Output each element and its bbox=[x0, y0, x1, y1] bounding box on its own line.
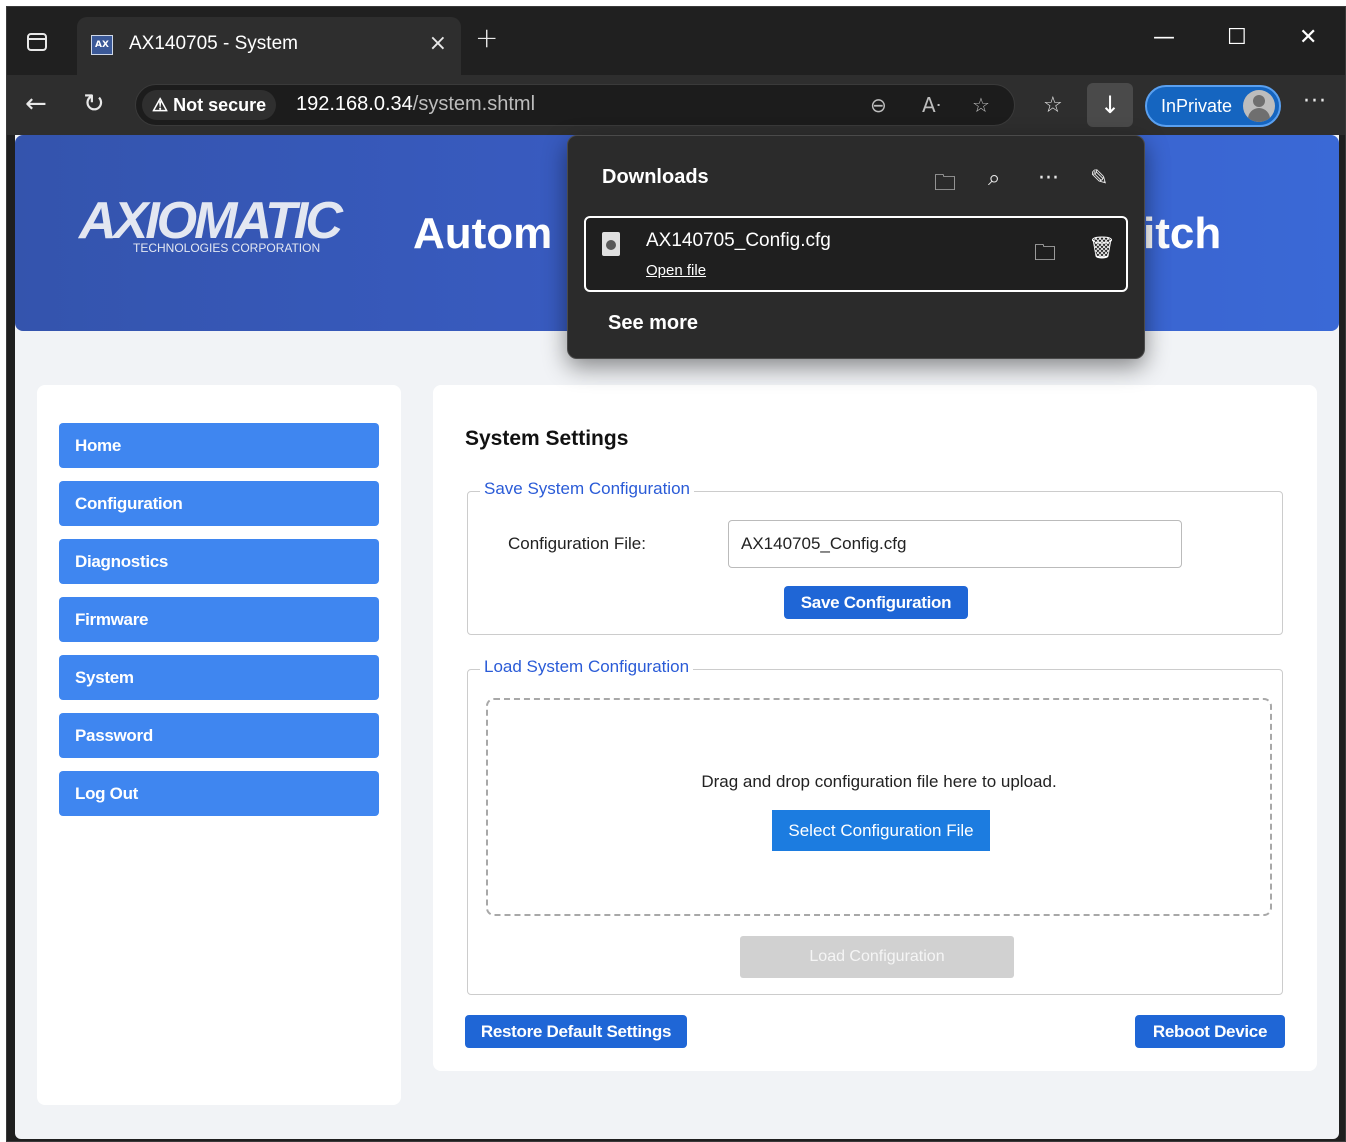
inprivate-label: InPrivate bbox=[1161, 96, 1233, 116]
sidebar-item-password[interactable]: Password bbox=[59, 713, 379, 758]
close-window-icon[interactable]: ✕ bbox=[1299, 25, 1317, 50]
config-file-input[interactable] bbox=[728, 520, 1182, 568]
config-file-icon bbox=[602, 232, 620, 256]
refresh-icon[interactable]: ↻ bbox=[83, 89, 105, 119]
save-config-fieldset: Save System Configuration Configuration … bbox=[467, 479, 1283, 635]
save-configuration-button[interactable]: Save Configuration bbox=[784, 586, 968, 619]
page-title: System Settings bbox=[465, 427, 629, 450]
load-config-legend: Load System Configuration bbox=[480, 657, 694, 677]
site-favicon-icon: AX bbox=[91, 35, 113, 55]
open-file-link[interactable]: Open file bbox=[646, 262, 706, 279]
inprivate-badge[interactable]: InPrivate bbox=[1145, 85, 1281, 127]
save-config-legend: Save System Configuration bbox=[480, 479, 694, 499]
favorite-star-icon[interactable]: ☆ bbox=[972, 93, 990, 117]
url-path: /system.shtml bbox=[412, 93, 536, 115]
read-aloud-icon[interactable]: Aᐧ bbox=[922, 93, 941, 117]
more-menu-icon[interactable]: ··· bbox=[1303, 89, 1327, 114]
pin-icon[interactable]: ✎ bbox=[1090, 166, 1108, 191]
sidebar-item-home[interactable]: Home bbox=[59, 423, 379, 468]
logo-subtitle: TECHNOLOGIES CORPORATION bbox=[133, 241, 321, 255]
profile-avatar-icon bbox=[1243, 90, 1275, 122]
download-item[interactable]: AX140705_Config.cfg Open file 🗀 🗑 bbox=[584, 216, 1128, 292]
sidebar-item-configuration[interactable]: Configuration bbox=[59, 481, 379, 526]
tab-actions-icon[interactable] bbox=[27, 33, 47, 51]
load-config-fieldset: Load System Configuration Drag and drop … bbox=[467, 657, 1283, 995]
select-configuration-file-button[interactable]: Select Configuration File bbox=[772, 810, 990, 851]
new-tab-icon[interactable]: + bbox=[475, 21, 498, 54]
downloads-flyout: Downloads 🗀 ⌕ ··· ✎ AX140705_Config.cfg … bbox=[567, 135, 1145, 359]
download-file-name: AX140705_Config.cfg bbox=[646, 230, 831, 251]
file-dropzone[interactable]: Drag and drop configuration file here to… bbox=[486, 698, 1272, 916]
dropzone-text: Drag and drop configuration file here to… bbox=[701, 772, 1057, 791]
sidebar-item-system[interactable]: System bbox=[59, 655, 379, 700]
security-indicator[interactable]: ⚠ Not secure bbox=[142, 90, 277, 120]
favorites-list-icon[interactable]: ☆ bbox=[1043, 93, 1063, 118]
maximize-icon[interactable]: ☐ bbox=[1227, 25, 1247, 50]
security-label: Not secure bbox=[173, 95, 267, 115]
delete-icon[interactable]: 🗑 bbox=[1088, 236, 1116, 261]
config-file-label: Configuration File: bbox=[508, 534, 646, 553]
zoom-out-icon[interactable]: ⊖ bbox=[870, 93, 887, 117]
sidebar-item-firmware[interactable]: Firmware bbox=[59, 597, 379, 642]
logo-wordmark: AXIOMATIC bbox=[79, 192, 343, 250]
tab-title: AX140705 - System bbox=[129, 33, 298, 54]
open-downloads-folder-icon[interactable]: 🗀 bbox=[934, 166, 956, 204]
close-tab-icon[interactable]: × bbox=[429, 31, 447, 56]
url-host: 192.168.0.34 bbox=[296, 93, 413, 115]
company-logo: AXIOMATIC TECHNOLOGIES CORPORATION bbox=[79, 192, 349, 255]
see-more-link[interactable]: See more bbox=[608, 312, 698, 335]
more-options-icon[interactable]: ··· bbox=[1038, 166, 1059, 191]
reboot-device-button[interactable]: Reboot Device bbox=[1135, 1015, 1285, 1048]
banner-title-right: itch bbox=[1143, 209, 1222, 258]
address-bar[interactable]: ⚠ Not secure 192.168.0.34/system.shtml ⊖… bbox=[135, 84, 1015, 126]
back-icon[interactable]: ← bbox=[25, 89, 47, 119]
downloads-icon[interactable]: ↓ bbox=[1087, 83, 1133, 127]
sidebar-item-diagnostics[interactable]: Diagnostics bbox=[59, 539, 379, 584]
tab-active[interactable]: AX AX140705 - System × bbox=[77, 17, 461, 75]
main-content: System Settings Save System Configuratio… bbox=[433, 385, 1317, 1071]
sidebar-item-log-out[interactable]: Log Out bbox=[59, 771, 379, 816]
sidebar: Home Configuration Diagnostics Firmware … bbox=[37, 385, 401, 1105]
minimize-icon[interactable]: — bbox=[1153, 25, 1175, 50]
search-icon[interactable]: ⌕ bbox=[988, 166, 1000, 191]
downloads-title: Downloads bbox=[602, 166, 709, 188]
browser-toolbar: ← ↻ ⚠ Not secure 192.168.0.34/system.sht… bbox=[7, 75, 1345, 135]
tab-bar: AX AX140705 - System × + — ☐ ✕ bbox=[7, 7, 1345, 75]
url-text[interactable]: 192.168.0.34/system.shtml bbox=[296, 93, 535, 116]
load-configuration-button[interactable]: Load Configuration bbox=[740, 936, 1014, 978]
show-in-folder-icon[interactable]: 🗀 bbox=[1034, 236, 1056, 274]
browser-window: AX AX140705 - System × + — ☐ ✕ ← ↻ ⚠ Not… bbox=[6, 6, 1346, 1142]
restore-default-settings-button[interactable]: Restore Default Settings bbox=[465, 1015, 687, 1048]
banner-title-left: Autom bbox=[413, 209, 553, 258]
